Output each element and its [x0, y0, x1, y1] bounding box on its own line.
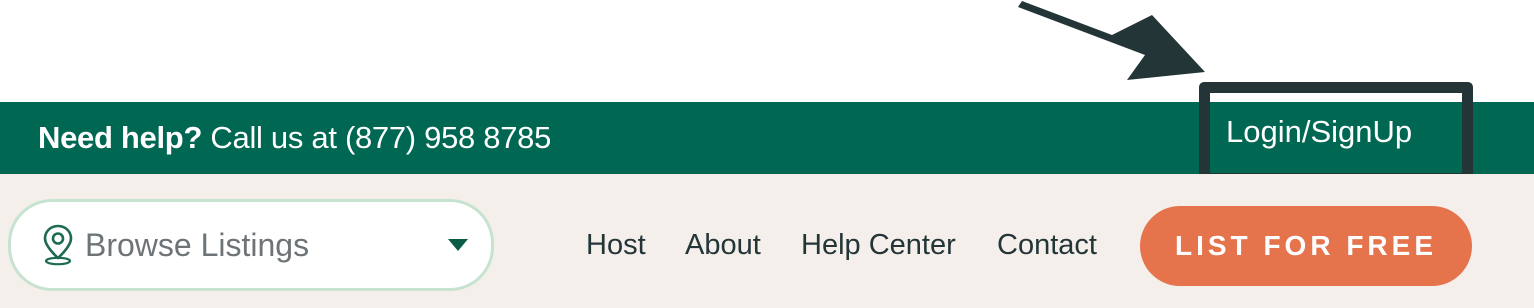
main-navigation: Browse Listings Host About Help Center C…: [0, 174, 1534, 308]
help-prefix: Need help?: [38, 120, 203, 155]
login-signup-link[interactable]: Login/SignUp: [1226, 102, 1412, 162]
list-for-free-button[interactable]: LIST FOR FREE: [1140, 206, 1472, 286]
caret-down-icon: [448, 239, 468, 251]
nav-link-host[interactable]: Host: [586, 199, 646, 291]
help-text: Need help? Call us at (877) 958 8785: [38, 102, 551, 174]
browse-listings-dropdown[interactable]: Browse Listings: [8, 199, 494, 291]
help-bar: Need help? Call us at (877) 958 8785 Log…: [0, 102, 1534, 174]
nav-link-about[interactable]: About: [685, 199, 761, 291]
help-phone-text: Call us at (877) 958 8785: [210, 120, 552, 155]
map-pin-icon: [43, 224, 73, 266]
browse-listings-label: Browse Listings: [85, 227, 310, 263]
annotation-arrow-icon: [1018, 1, 1205, 80]
nav-link-help-center[interactable]: Help Center: [801, 199, 956, 291]
nav-link-contact[interactable]: Contact: [997, 199, 1097, 291]
